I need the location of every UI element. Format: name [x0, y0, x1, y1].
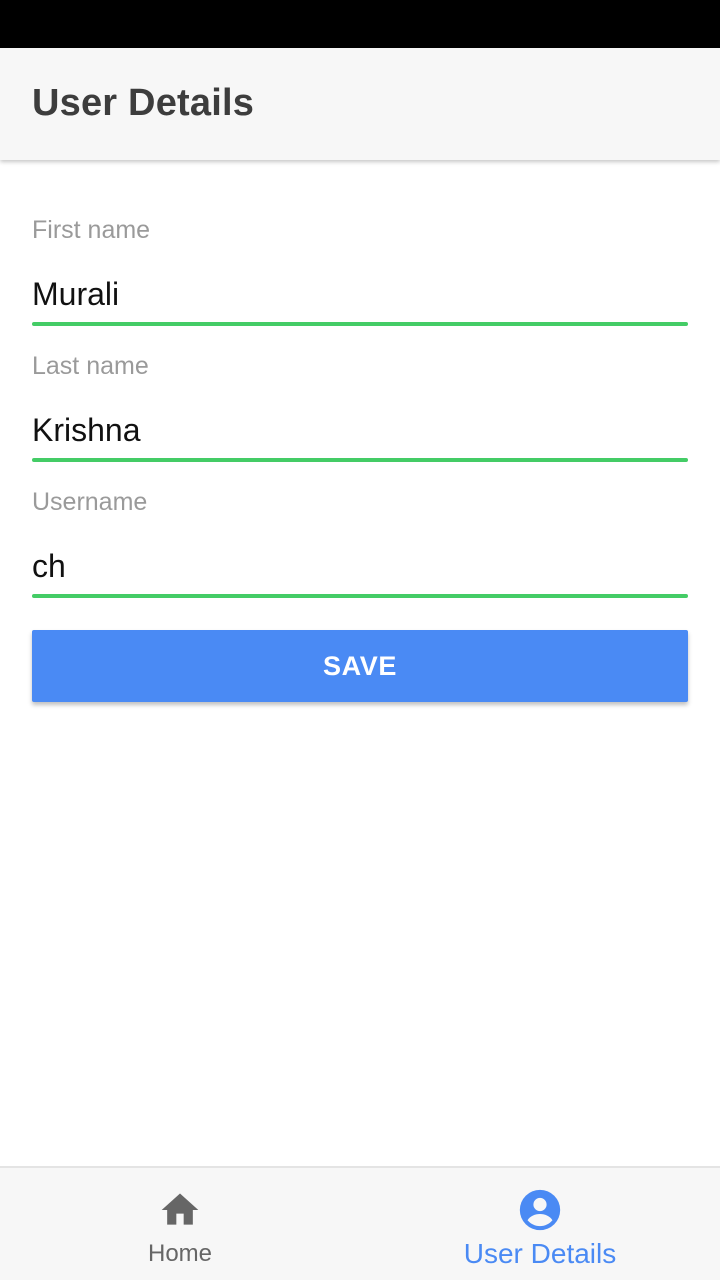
app-bar: User Details: [0, 48, 720, 160]
bottom-tab-bar: Home User Details: [0, 1166, 720, 1280]
username-label: Username: [32, 488, 148, 516]
tab-user-details-label: User Details: [463, 1238, 617, 1269]
last-name-label: Last name: [32, 352, 149, 380]
first-name-field: First name: [32, 160, 688, 326]
tab-home-label: Home: [147, 1240, 213, 1267]
page-title: User Details: [32, 82, 255, 124]
username-input[interactable]: [32, 544, 688, 588]
status-bar: [0, 0, 720, 48]
first-name-label: First name: [32, 216, 151, 244]
last-name-field: Last name: [32, 296, 688, 462]
tab-user-details[interactable]: User Details: [360, 1168, 720, 1280]
save-button[interactable]: SAVE: [32, 630, 688, 702]
username-underline: [32, 594, 688, 598]
user-details-form: First name Last name Username: [32, 160, 688, 598]
username-field: Username: [32, 432, 688, 598]
account-circle-icon: [519, 1189, 561, 1231]
tab-home[interactable]: Home: [0, 1168, 360, 1280]
home-icon: [161, 1193, 199, 1225]
